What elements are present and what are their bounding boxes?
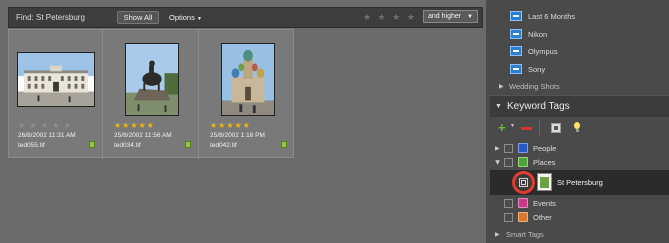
expand-triangle-icon[interactable]: ▶ bbox=[499, 83, 504, 90]
binoculars-icon bbox=[521, 180, 526, 185]
tag-label: St Petersburg bbox=[557, 178, 603, 187]
file-type-icon bbox=[281, 141, 287, 148]
keyword-tags-header[interactable]: ▼ Keyword Tags bbox=[490, 95, 669, 117]
photo-rating[interactable]: ★ ★ ★ ★ ★ bbox=[18, 121, 72, 130]
add-dropdown-icon[interactable]: ▼ bbox=[510, 123, 515, 129]
tag-group-label: Wedding Shots bbox=[509, 82, 560, 91]
show-all-button[interactable]: Show All bbox=[117, 11, 159, 24]
expand-triangle-icon[interactable]: ▶ bbox=[495, 231, 500, 238]
find-checkbox[interactable] bbox=[504, 213, 513, 222]
find-checkbox-checked[interactable] bbox=[519, 178, 528, 187]
photo-rating[interactable]: ★★★★★ bbox=[114, 121, 155, 130]
church-photo bbox=[222, 44, 274, 115]
tag-label: Last 6 Months bbox=[528, 12, 576, 21]
photo-thumbnail[interactable] bbox=[17, 52, 95, 107]
category-label: Places bbox=[533, 158, 556, 167]
collapse-triangle-icon[interactable]: ▼ bbox=[495, 103, 502, 110]
media-browser: Find: St Petersburg Show All Options ▼ ★… bbox=[0, 0, 486, 243]
tag-icon bbox=[510, 11, 522, 21]
options-label: Options bbox=[169, 13, 195, 22]
options-dropdown-icon: ▼ bbox=[196, 16, 202, 22]
photo-date: 25/8/2002 1:18 PM bbox=[210, 132, 265, 139]
photo-cell[interactable]: ★ ★ ★ ★ ★ 26/8/2002 11:31 AM ted055.tif bbox=[9, 30, 103, 159]
rating-filter-value: and higher bbox=[428, 13, 462, 20]
tag-label: Olympus bbox=[528, 47, 558, 56]
photo-date: 26/8/2002 11:31 AM bbox=[18, 132, 76, 139]
photo-filename: ted034.tif bbox=[114, 142, 141, 149]
tag-thumbnail-image bbox=[540, 177, 549, 188]
other-icon bbox=[518, 212, 528, 222]
tag-label: Nikon bbox=[528, 30, 548, 39]
photo-rating[interactable]: ★★★★★ bbox=[210, 121, 251, 130]
category-label: People bbox=[533, 144, 557, 153]
events-icon bbox=[518, 198, 528, 208]
photo-cell[interactable]: ★★★★★ 25/8/2002 1:18 PM ted042.tif bbox=[201, 30, 295, 159]
tag-icon bbox=[510, 46, 522, 56]
people-icon bbox=[518, 143, 528, 153]
chevron-down-icon: ▼ bbox=[467, 14, 473, 20]
toolbar-separator bbox=[539, 121, 540, 135]
photo-thumbnail[interactable] bbox=[125, 43, 179, 116]
category-label: Events bbox=[533, 199, 556, 208]
bronze-horseman-photo bbox=[126, 44, 178, 115]
photo-date: 25/8/2002 11:56 AM bbox=[114, 132, 172, 139]
find-label: Find: St Petersburg bbox=[16, 13, 85, 22]
tags-panel: Last 6 Months Nikon Olympus Sony ▶ Weddi… bbox=[490, 0, 669, 243]
edit-tag-glyph bbox=[554, 126, 558, 130]
add-tag-icon[interactable]: + bbox=[498, 121, 506, 134]
lightbulb-icon[interactable] bbox=[574, 122, 580, 129]
find-bar: Find: St Petersburg Show All Options ▼ ★… bbox=[8, 7, 483, 28]
options-menu[interactable]: Options ▼ bbox=[169, 13, 202, 22]
tag-thumbnail-icon bbox=[537, 173, 552, 191]
tag-icon bbox=[510, 29, 522, 39]
keyword-tags-title: Keyword Tags bbox=[507, 101, 570, 112]
photo-filename: ted042.tif bbox=[210, 142, 237, 149]
expand-triangle-icon[interactable]: ▶ bbox=[495, 145, 500, 152]
photo-thumbnail[interactable] bbox=[221, 43, 275, 116]
find-checkbox[interactable] bbox=[504, 144, 513, 153]
find-checkbox[interactable] bbox=[504, 158, 513, 167]
file-type-icon bbox=[89, 141, 95, 148]
tag-item-st-petersburg[interactable]: St Petersburg bbox=[490, 170, 669, 195]
category-label: Smart Tags bbox=[506, 230, 544, 239]
keyword-tags-toolbar: + ▼ bbox=[490, 117, 669, 139]
edit-tag-icon[interactable] bbox=[551, 123, 561, 133]
rating-filter-stars[interactable]: ★ ★ ★ ★ ★ bbox=[363, 12, 431, 23]
palace-photo bbox=[18, 53, 94, 106]
photo-cell[interactable]: ★★★★★ 25/8/2002 11:56 AM ted034.tif bbox=[105, 30, 199, 159]
remove-tag-icon[interactable] bbox=[521, 127, 532, 130]
tag-icon bbox=[510, 64, 522, 74]
places-icon bbox=[518, 157, 528, 167]
find-checkbox[interactable] bbox=[504, 199, 513, 208]
category-label: Other bbox=[533, 213, 552, 222]
rating-filter-select[interactable]: and higher ▼ bbox=[423, 10, 478, 23]
file-type-icon bbox=[185, 141, 191, 148]
collapse-triangle-icon[interactable]: ▶ bbox=[494, 160, 501, 165]
photo-filename: ted055.tif bbox=[18, 142, 45, 149]
lightbulb-base bbox=[576, 129, 579, 132]
photo-grid: ★ ★ ★ ★ ★ 26/8/2002 11:31 AM ted055.tif bbox=[8, 29, 295, 159]
tag-label: Sony bbox=[528, 65, 546, 74]
